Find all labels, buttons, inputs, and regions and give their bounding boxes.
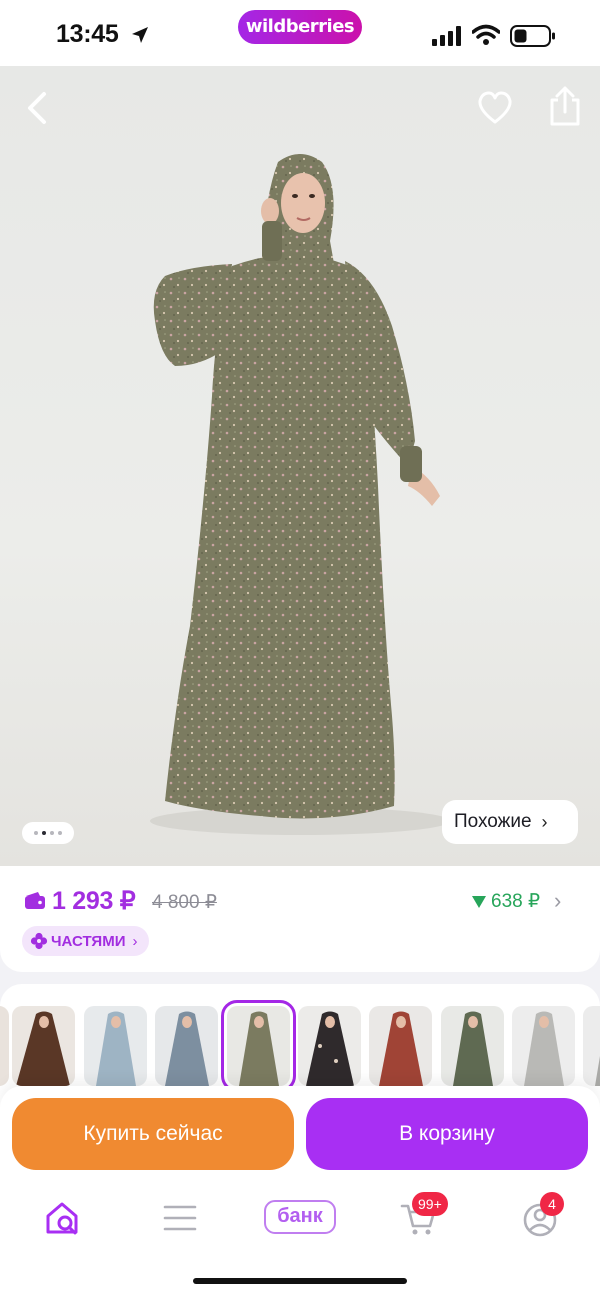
chevron-right-icon: › bbox=[541, 811, 548, 832]
variant-thumbnail[interactable] bbox=[512, 1006, 575, 1086]
down-triangle-icon bbox=[472, 895, 486, 908]
installments-badge[interactable]: ЧАСТЯМИ › bbox=[22, 926, 150, 956]
similar-items-label: Похожие bbox=[454, 811, 532, 832]
wallet-icon bbox=[25, 892, 45, 909]
product-image-gallery[interactable]: Похожие › bbox=[0, 66, 600, 866]
variant-thumbnail-selected[interactable] bbox=[221, 1000, 296, 1092]
catalog-menu-icon[interactable] bbox=[155, 1198, 205, 1238]
chevron-right-icon: › bbox=[132, 932, 138, 950]
bottom-tab-bar: банк 99+ 4 bbox=[0, 1184, 600, 1297]
installments-label: ЧАСТЯМИ bbox=[51, 932, 126, 950]
old-price: 4 800 ₽ bbox=[152, 892, 217, 913]
home-indicator bbox=[193, 1278, 407, 1284]
product-page: 13:45 wildberries Похожие › 1 293 ₽ 4 80… bbox=[0, 0, 600, 1297]
discount-amount[interactable]: 638 ₽ bbox=[472, 890, 540, 913]
variant-thumbnail[interactable] bbox=[0, 1006, 9, 1086]
back-arrow-icon[interactable] bbox=[18, 88, 58, 128]
location-arrow-icon bbox=[132, 27, 148, 43]
wifi-icon bbox=[472, 24, 500, 45]
variant-thumbnail[interactable] bbox=[12, 1006, 75, 1086]
similar-items-button[interactable]: Похожие › bbox=[442, 800, 578, 844]
product-photo bbox=[150, 154, 450, 835]
share-icon[interactable] bbox=[544, 84, 586, 128]
variant-thumbnail[interactable] bbox=[441, 1006, 504, 1086]
pagination-dot bbox=[50, 831, 54, 835]
chevron-right-icon[interactable]: › bbox=[554, 888, 561, 914]
cart-count-badge: 99+ bbox=[412, 1192, 448, 1216]
gallery-pagination bbox=[22, 822, 74, 844]
battery-icon bbox=[510, 25, 555, 47]
clover-icon bbox=[30, 932, 48, 950]
pagination-dot bbox=[34, 831, 38, 835]
variant-thumbnail[interactable] bbox=[369, 1006, 432, 1086]
discount-value: 638 ₽ bbox=[491, 891, 541, 912]
buy-now-button[interactable]: Купить сейчас bbox=[12, 1098, 294, 1170]
variant-thumbnail[interactable] bbox=[298, 1006, 361, 1086]
variant-thumbnail[interactable] bbox=[583, 1006, 600, 1086]
profile-notification-badge: 4 bbox=[540, 1192, 564, 1216]
status-bar: 13:45 wildberries bbox=[0, 0, 600, 66]
bank-tab[interactable]: банк bbox=[264, 1200, 336, 1234]
pagination-dot bbox=[58, 831, 62, 835]
variant-thumbnail[interactable] bbox=[84, 1006, 147, 1086]
home-search-icon[interactable] bbox=[38, 1198, 88, 1238]
status-time: 13:45 bbox=[56, 20, 119, 48]
purchase-actions: Купить сейчас В корзину bbox=[0, 1086, 600, 1184]
current-price: 1 293 ₽ bbox=[52, 887, 136, 915]
signal-icon bbox=[432, 26, 461, 46]
price-card: 1 293 ₽ 4 800 ₽ 638 ₽ › ЧАСТЯМИ › bbox=[0, 866, 600, 972]
heart-icon[interactable] bbox=[474, 88, 516, 128]
brand-logo: wildberries bbox=[238, 10, 362, 44]
variant-thumbnail[interactable] bbox=[155, 1006, 218, 1086]
add-to-cart-button[interactable]: В корзину bbox=[306, 1098, 588, 1170]
pagination-dot-active bbox=[42, 831, 46, 835]
